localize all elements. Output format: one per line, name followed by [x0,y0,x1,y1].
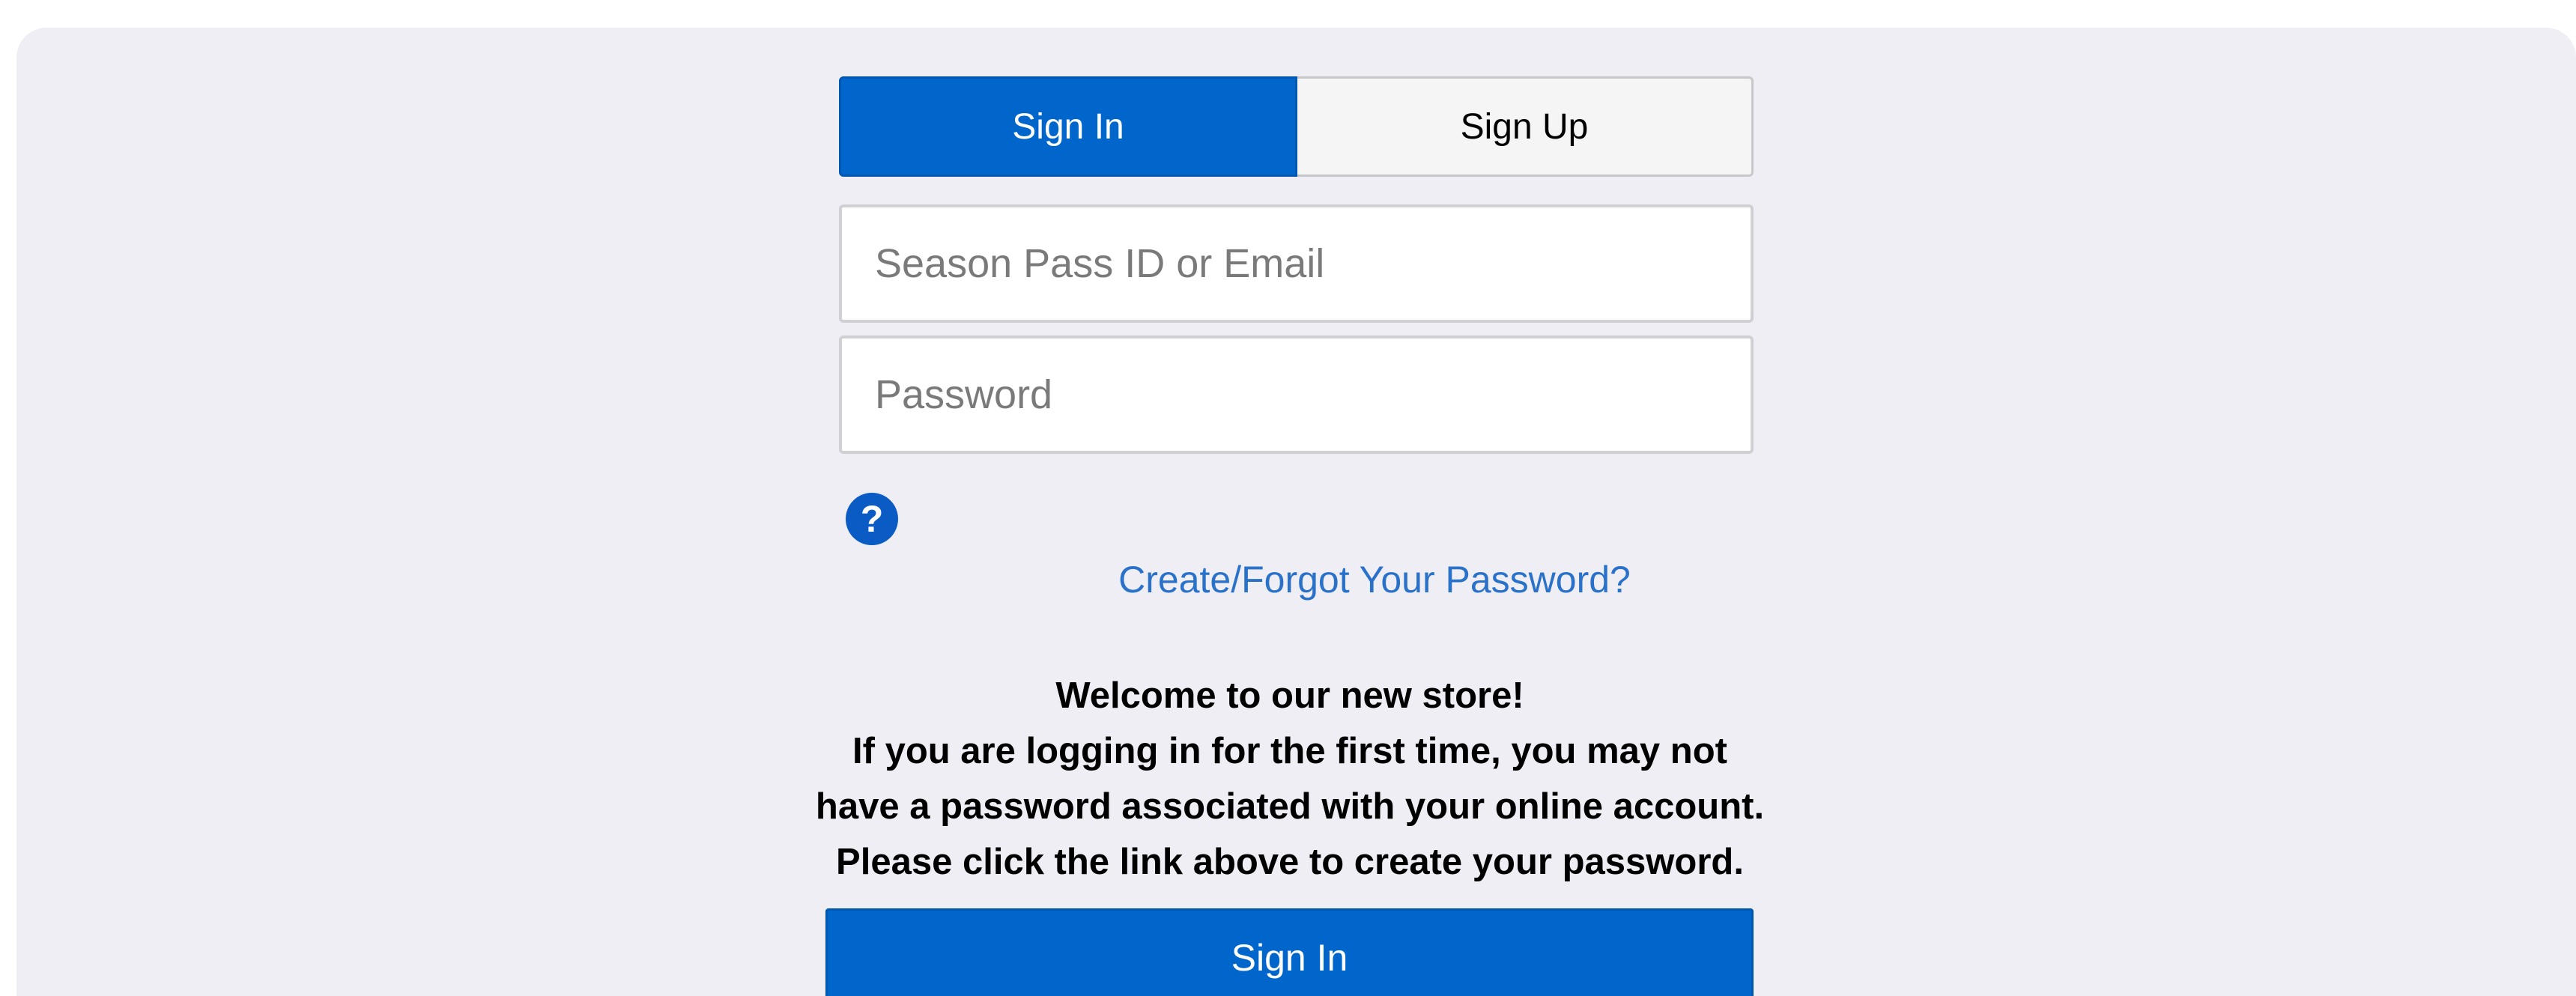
notice-line: Please click the link above to create yo… [836,842,1744,882]
password-input[interactable] [839,335,1754,454]
notice-line: Welcome to our new store! [1055,675,1524,716]
notice-line: If you are logging in for the first time… [852,731,1727,771]
tab-sign-up[interactable]: Sign Up [1297,76,1754,177]
create-forgot-password-link[interactable]: Create/Forgot Your Password? [839,558,1910,601]
sign-in-button[interactable]: Sign In [825,908,1754,996]
sign-in-panel: Sign In Sign Up ? Create/Forgot Your Pas… [16,28,2576,996]
welcome-notice: Welcome to our new store! If you are log… [803,668,1777,890]
season-pass-or-email-input[interactable] [839,204,1754,323]
auth-tabs: Sign In Sign Up [839,76,1754,177]
help-icon[interactable]: ? [846,493,898,545]
tab-sign-in[interactable]: Sign In [839,76,1297,177]
notice-line: have a password associated with your onl… [815,786,1765,827]
